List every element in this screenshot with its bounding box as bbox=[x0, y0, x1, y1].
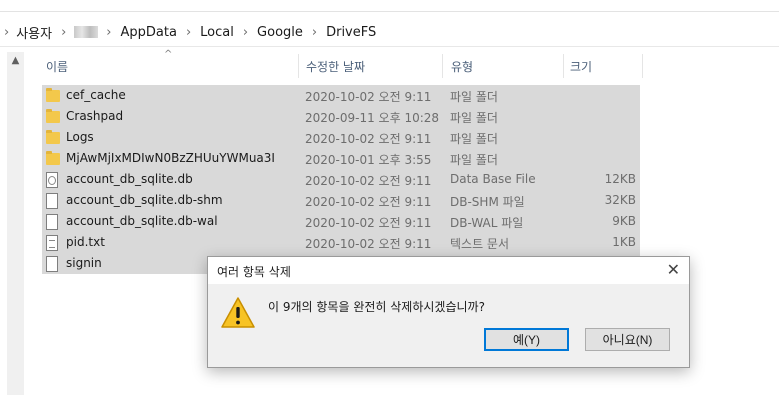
close-icon[interactable]: ✕ bbox=[667, 260, 680, 279]
file-row[interactable]: account_db_sqlite.db-shm 2020-10-02 오전 9… bbox=[42, 190, 640, 211]
file-name: account_db_sqlite.db-wal bbox=[66, 214, 218, 228]
file-row[interactable]: account_db_sqlite.db-wal 2020-10-02 오전 9… bbox=[42, 211, 640, 232]
file-row[interactable]: account_db_sqlite.db 2020-10-02 오전 9:11 … bbox=[42, 169, 640, 190]
breadcrumb-item-local[interactable]: Local bbox=[199, 25, 235, 40]
dialog-body: 이 9개의 항목을 완전히 삭제하시겠습니까? 예(Y) 아니요(N) bbox=[208, 284, 689, 367]
file-type: Data Base File bbox=[450, 172, 536, 186]
dialog-message: 이 9개의 항목을 완전히 삭제하시겠습니까? bbox=[268, 300, 485, 314]
file-name: MjAwMjIxMDIwN0BzZHUuYWMua3I bbox=[66, 151, 275, 165]
file-type: 파일 폴더 bbox=[450, 90, 498, 104]
chevron-right-icon[interactable]: › bbox=[312, 25, 317, 40]
chevron-right-icon[interactable]: › bbox=[243, 25, 248, 40]
file-type: 텍스트 문서 bbox=[450, 237, 510, 251]
file-name: Crashpad bbox=[66, 109, 124, 123]
file-name: Logs bbox=[66, 130, 94, 144]
file-icon bbox=[46, 193, 60, 209]
file-icon bbox=[46, 214, 60, 230]
file-date: 2020-10-02 오전 9:11 bbox=[305, 90, 432, 104]
file-date: 2020-10-02 오전 9:11 bbox=[305, 174, 432, 188]
file-date: 2020-10-02 오전 9:11 bbox=[305, 216, 432, 230]
file-row[interactable]: Crashpad 2020-09-11 오후 10:28 파일 폴더 bbox=[42, 106, 640, 127]
chevron-right-icon[interactable]: › bbox=[186, 25, 191, 40]
column-header-size[interactable]: 크기 bbox=[570, 52, 592, 80]
column-divider[interactable] bbox=[642, 54, 643, 78]
scroll-up-arrow-icon[interactable]: ▲ bbox=[7, 52, 24, 69]
file-name: signin bbox=[66, 256, 102, 270]
column-divider[interactable] bbox=[442, 54, 443, 78]
text-file-icon bbox=[46, 235, 60, 251]
chevron-right-icon[interactable]: › bbox=[4, 25, 9, 40]
no-button[interactable]: 아니요(N) bbox=[585, 328, 670, 351]
folder-icon bbox=[46, 109, 60, 124]
file-date: 2020-10-02 오전 9:11 bbox=[305, 195, 432, 209]
file-type: DB-SHM 파일 bbox=[450, 195, 525, 209]
warning-icon bbox=[221, 297, 255, 328]
folder-icon bbox=[46, 151, 60, 166]
file-name: cef_cache bbox=[66, 88, 126, 102]
chevron-right-icon[interactable]: › bbox=[61, 25, 66, 40]
file-list: cef_cache 2020-10-02 오전 9:11 파일 폴더 Crash… bbox=[42, 85, 640, 274]
file-icon bbox=[46, 256, 60, 272]
breadcrumb-item-drivefs[interactable]: DriveFS bbox=[325, 25, 377, 40]
delete-confirm-dialog: 여러 항목 삭제 ✕ 이 9개의 항목을 완전히 삭제하시겠습니까? 예(Y) … bbox=[207, 256, 690, 368]
file-size: 1KB bbox=[612, 235, 636, 249]
breadcrumb-item-users[interactable]: 사용자 bbox=[15, 23, 53, 42]
file-size: 32KB bbox=[604, 193, 636, 207]
file-name: account_db_sqlite.db bbox=[66, 172, 193, 186]
folder-icon bbox=[46, 88, 60, 103]
file-row[interactable]: Logs 2020-10-02 오전 9:11 파일 폴더 bbox=[42, 127, 640, 148]
column-divider[interactable] bbox=[563, 54, 564, 78]
column-header-type[interactable]: 유형 bbox=[451, 52, 473, 80]
vertical-scrollbar[interactable] bbox=[7, 52, 24, 395]
file-date: 2020-09-11 오후 10:28 bbox=[305, 111, 440, 125]
column-divider[interactable] bbox=[298, 54, 299, 78]
file-name: pid.txt bbox=[66, 235, 105, 249]
column-header-modified[interactable]: 수정한 날짜 bbox=[306, 52, 365, 80]
blurred-username[interactable] bbox=[74, 26, 99, 38]
file-date: 2020-10-01 오후 3:55 bbox=[305, 153, 432, 167]
chevron-right-icon[interactable]: › bbox=[106, 25, 111, 40]
column-header-name[interactable]: 이름 bbox=[46, 52, 68, 80]
file-type: 파일 폴더 bbox=[450, 111, 498, 125]
database-file-icon bbox=[46, 172, 60, 188]
file-row[interactable]: MjAwMjIxMDIwN0BzZHUuYWMua3I 2020-10-01 오… bbox=[42, 148, 640, 169]
file-type: 파일 폴더 bbox=[450, 132, 498, 146]
address-bar-divider bbox=[0, 46, 779, 47]
file-size: 9KB bbox=[612, 214, 636, 228]
file-size: 12KB bbox=[604, 172, 636, 186]
folder-icon bbox=[46, 130, 60, 145]
file-name: account_db_sqlite.db-shm bbox=[66, 193, 223, 207]
dialog-title: 여러 항목 삭제 bbox=[217, 265, 291, 279]
file-date: 2020-10-02 오전 9:11 bbox=[305, 237, 432, 251]
file-type: 파일 폴더 bbox=[450, 153, 498, 167]
file-date: 2020-10-02 오전 9:11 bbox=[305, 132, 432, 146]
file-row[interactable]: cef_cache 2020-10-02 오전 9:11 파일 폴더 bbox=[42, 85, 640, 106]
breadcrumb-item-google[interactable]: Google bbox=[256, 25, 304, 40]
file-row[interactable]: pid.txt 2020-10-02 오전 9:11 텍스트 문서 1KB bbox=[42, 232, 640, 253]
breadcrumb[interactable]: › 사용자 › › AppData › Local › Google › Dri… bbox=[0, 20, 377, 44]
yes-button[interactable]: 예(Y) bbox=[484, 328, 569, 351]
sort-ascending-icon: ^ bbox=[164, 49, 173, 60]
breadcrumb-item-appdata[interactable]: AppData bbox=[120, 25, 178, 40]
file-type: DB-WAL 파일 bbox=[450, 216, 524, 230]
window-top-edge bbox=[0, 0, 779, 12]
